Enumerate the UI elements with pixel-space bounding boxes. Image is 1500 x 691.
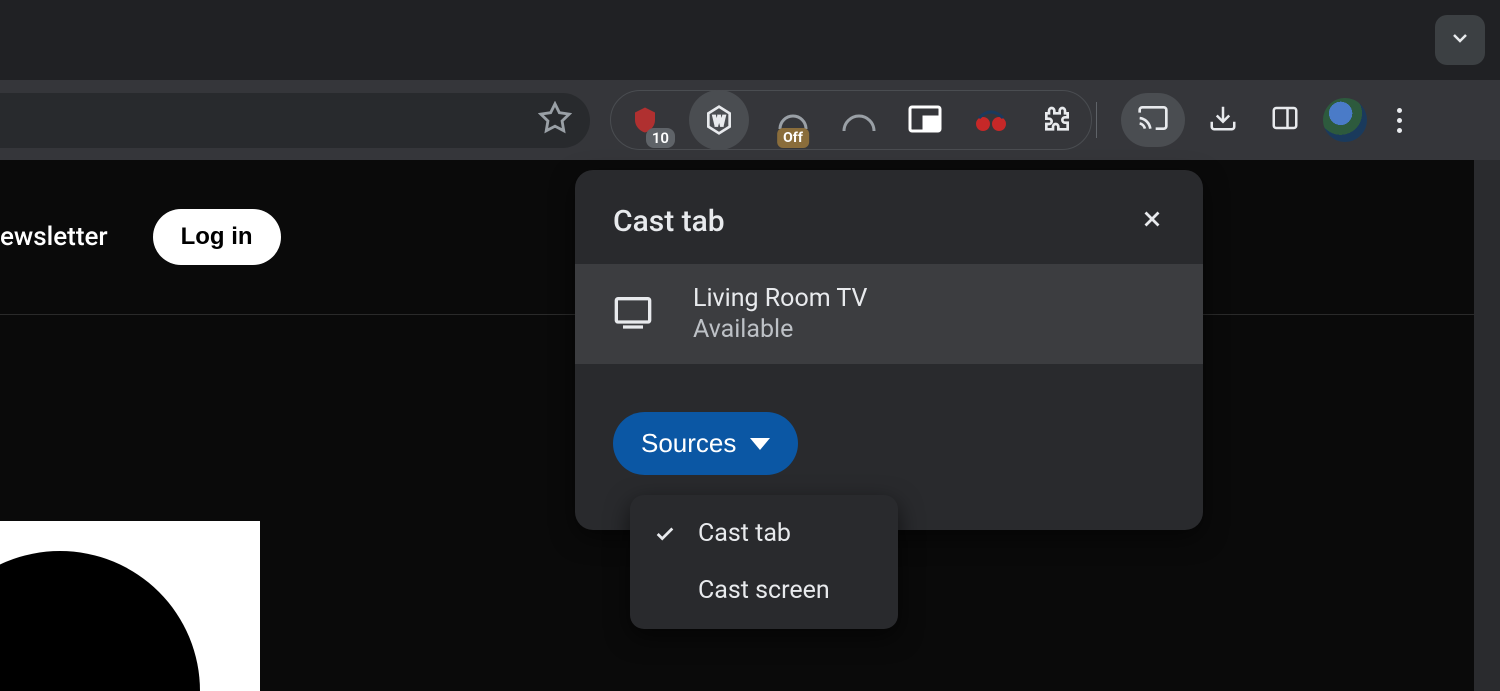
newsletter-link[interactable]: ewsletter — [0, 222, 108, 252]
bookmark-star-icon[interactable] — [538, 101, 572, 139]
cast-device-status: Available — [693, 315, 867, 344]
sources-dropdown-button[interactable]: Sources — [613, 412, 798, 475]
close-icon — [1139, 217, 1165, 236]
cast-dialog-title: Cast tab — [613, 204, 725, 239]
extension-hexagon[interactable]: W — [689, 90, 749, 150]
side-panel-icon — [1270, 103, 1300, 137]
cast-dialog: Cast tab Living Room TV Available Source… — [575, 170, 1203, 530]
menu-item-label: Cast screen — [698, 576, 830, 605]
side-panel-button[interactable] — [1261, 96, 1309, 144]
sources-menu-item-cast-screen[interactable]: Cast screen — [630, 562, 898, 619]
check-icon — [652, 523, 678, 545]
download-icon — [1208, 103, 1238, 137]
tab-search-button[interactable] — [1435, 15, 1485, 65]
tv-icon — [613, 294, 653, 334]
extensions-menu-icon[interactable] — [1035, 98, 1079, 142]
login-button[interactable]: Log in — [153, 209, 281, 265]
extension-arch[interactable] — [837, 98, 881, 142]
cast-icon — [1137, 102, 1169, 138]
profile-avatar[interactable] — [1323, 98, 1367, 142]
menu-item-label: Cast tab — [698, 519, 791, 548]
chevron-down-icon — [1448, 26, 1472, 54]
extension-glasses[interactable] — [969, 98, 1013, 142]
address-bar[interactable] — [0, 93, 590, 148]
extension-badge: 10 — [646, 128, 675, 148]
tab-strip — [0, 0, 1500, 80]
extension-off-badge: Off — [777, 128, 809, 148]
toolbar-right-icons — [1121, 93, 1418, 147]
extension-arch-off[interactable]: Off — [771, 98, 815, 142]
extension-pip[interactable] — [903, 98, 947, 142]
triangle-down-icon — [750, 438, 770, 450]
article-image — [0, 521, 260, 691]
cast-device-text: Living Room TV Available — [693, 284, 867, 344]
cast-close-button[interactable] — [1133, 200, 1171, 242]
menu-dot-icon — [1397, 118, 1402, 123]
browser-toolbar: 10 W Off — [0, 80, 1500, 160]
cast-button[interactable] — [1121, 93, 1185, 147]
sources-menu-item-cast-tab[interactable]: Cast tab — [630, 505, 898, 562]
extensions-group: 10 W Off — [610, 90, 1092, 150]
extension-ublock[interactable]: 10 — [623, 98, 667, 142]
toolbar-divider — [1096, 102, 1097, 138]
downloads-button[interactable] — [1199, 96, 1247, 144]
svg-text:W: W — [713, 114, 725, 129]
menu-dot-icon — [1397, 108, 1402, 113]
chrome-menu-button[interactable] — [1381, 100, 1418, 141]
sources-label: Sources — [641, 428, 736, 459]
cast-device-name: Living Room TV — [693, 284, 867, 313]
cast-dialog-header: Cast tab — [575, 170, 1203, 264]
cast-device-item[interactable]: Living Room TV Available — [575, 264, 1203, 364]
menu-dot-icon — [1397, 128, 1402, 133]
page-scrollbar[interactable] — [1474, 160, 1500, 691]
sources-menu: Cast tab Cast screen — [630, 495, 898, 629]
